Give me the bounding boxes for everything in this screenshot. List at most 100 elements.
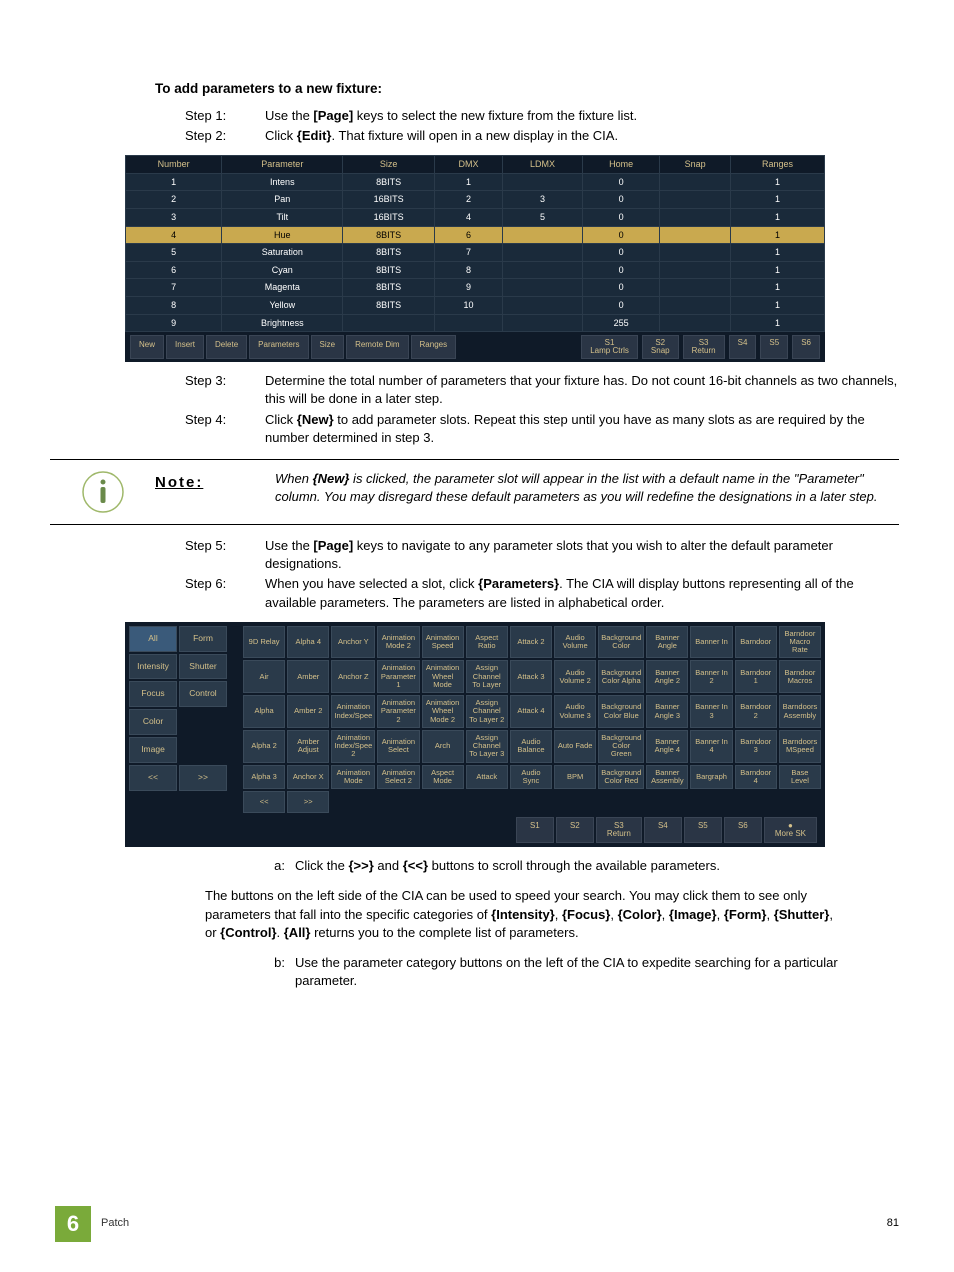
parameter-button[interactable]: Animation Mode [331,765,375,790]
parameter-button[interactable]: Background Color Green [598,730,644,763]
table-row[interactable]: 5Saturation8BITS701 [126,244,825,262]
table-row[interactable]: 9Brightness2551 [126,314,825,332]
parameter-button[interactable]: Attack 4 [510,695,552,728]
category-button[interactable]: Shutter [179,654,227,680]
category-button[interactable]: >> [179,765,227,791]
table-row[interactable]: 3Tilt16BITS4501 [126,209,825,227]
category-button[interactable]: Intensity [129,654,177,680]
parameter-button[interactable]: Alpha 4 [287,626,329,659]
parameter-button[interactable]: Audio Volume 2 [554,660,596,693]
parameter-button[interactable]: Animation Wheel Mode 2 [422,695,464,728]
category-button[interactable]: Form [179,626,227,652]
parameter-button[interactable]: Anchor Z [331,660,375,693]
parameter-button[interactable]: Amber Adjust [287,730,329,763]
softkey-button[interactable]: S3 Return [596,817,642,843]
parameter-button[interactable]: Auto Fade [554,730,596,763]
parameter-button[interactable]: Barndoor 1 [735,660,777,693]
parameter-button[interactable]: Animation Select [377,730,419,763]
parameter-button[interactable]: Barndoor 4 [735,765,777,790]
softkey-button[interactable]: S4 [644,817,682,843]
parameter-button[interactable]: Barndoor [735,626,777,659]
table-row[interactable]: 1Intens8BITS101 [126,173,825,191]
parameter-button[interactable]: Animation Wheel Mode [422,660,464,693]
parameter-button[interactable]: Alpha [243,695,285,728]
parameter-button[interactable]: Base Level [779,765,821,790]
category-button[interactable]: All [129,626,177,652]
softkey-button[interactable]: S4 [729,335,757,359]
parameter-button[interactable]: Audio Volume 3 [554,695,596,728]
parameter-button[interactable]: Background Color Alpha [598,660,644,693]
parameter-button[interactable]: Assign Channel To Layer 3 [466,730,508,763]
parameter-button[interactable]: Barndoors Assembly [779,695,821,728]
parameter-button[interactable]: Bargraph [690,765,732,790]
parameter-button[interactable]: Banner In 3 [690,695,732,728]
parameter-button[interactable]: Banner In 2 [690,660,732,693]
parameter-button[interactable]: Air [243,660,285,693]
softkey-button[interactable]: ● More SK [764,817,817,843]
category-button[interactable]: Color [129,709,177,735]
parameter-button[interactable]: Audio Volume [554,626,596,659]
table-row[interactable]: 8Yellow8BITS1001 [126,297,825,315]
parameter-button[interactable]: BPM [554,765,596,790]
parameter-button[interactable]: Barndoor 3 [735,730,777,763]
table-row[interactable]: 4Hue8BITS601 [126,226,825,244]
table-row[interactable]: 7Magenta8BITS901 [126,279,825,297]
toolbar-button[interactable]: Size [311,335,345,359]
parameter-button[interactable]: Arch [422,730,464,763]
toolbar-button[interactable]: New [130,335,164,359]
parameter-button[interactable]: Amber [287,660,329,693]
parameter-button[interactable]: Anchor X [287,765,329,790]
parameter-button[interactable]: Background Color Blue [598,695,644,728]
softkey-button[interactable]: S2 [556,817,594,843]
parameter-button[interactable]: Banner Angle 3 [646,695,688,728]
parameter-button[interactable]: Barndoor Macro Rate [779,626,821,659]
softkey-button[interactable]: S6 [724,817,762,843]
parameter-button[interactable]: Aspect Mode [422,765,464,790]
parameter-button[interactable]: Banner In [690,626,732,659]
softkey-button[interactable]: S2 Snap [642,335,679,359]
parameter-button[interactable]: Assign Channel To Layer [466,660,508,693]
category-button[interactable]: << [129,765,177,791]
parameter-button[interactable]: Animation Index/Spee [331,695,375,728]
parameter-button[interactable]: Banner Assembly [646,765,688,790]
parameter-button[interactable]: Assign Channel To Layer 2 [466,695,508,728]
parameter-button[interactable]: Anchor Y [331,626,375,659]
parameter-button[interactable]: Audio Balance [510,730,552,763]
table-row[interactable]: 6Cyan8BITS801 [126,261,825,279]
parameter-button[interactable]: Animation Parameter 2 [377,695,419,728]
category-button[interactable]: Control [179,681,227,707]
parameter-button[interactable]: Barndoors MSpeed [779,730,821,763]
softkey-button[interactable]: S5 [684,817,722,843]
softkey-button[interactable]: S1 Lamp Ctrls [581,335,638,359]
parameter-button[interactable]: Barndoor 2 [735,695,777,728]
category-button[interactable]: Image [129,737,177,763]
parameter-button[interactable]: Banner Angle 2 [646,660,688,693]
softkey-button[interactable]: S5 [760,335,788,359]
parameter-button[interactable]: Background Color Red [598,765,644,790]
softkey-button[interactable]: S6 [792,335,820,359]
toolbar-button[interactable]: Insert [166,335,204,359]
parameter-button[interactable]: << [243,791,285,813]
parameter-button[interactable]: Animation Parameter 1 [377,660,419,693]
parameter-button[interactable]: Attack 3 [510,660,552,693]
softkey-button[interactable]: S1 [516,817,554,843]
toolbar-button[interactable]: Delete [206,335,247,359]
parameter-button[interactable]: Attack 2 [510,626,552,659]
parameter-button[interactable]: 9D Relay [243,626,285,659]
parameter-button[interactable]: Banner Angle [646,626,688,659]
parameter-button[interactable]: >> [287,791,329,813]
parameter-button[interactable]: Alpha 2 [243,730,285,763]
parameter-button[interactable]: Animation Index/Spee 2 [331,730,375,763]
category-button[interactable]: Focus [129,681,177,707]
parameter-button[interactable]: Alpha 3 [243,765,285,790]
parameter-button[interactable]: Banner Angle 4 [646,730,688,763]
toolbar-button[interactable]: Parameters [249,335,308,359]
parameter-button[interactable]: Attack [466,765,508,790]
parameter-button[interactable]: Animation Speed [422,626,464,659]
parameter-button[interactable]: Barndoor Macros [779,660,821,693]
toolbar-button[interactable]: Remote Dim [346,335,408,359]
parameter-button[interactable]: Animation Select 2 [377,765,419,790]
parameter-button[interactable]: Background Color [598,626,644,659]
toolbar-button[interactable]: Ranges [411,335,457,359]
parameter-button[interactable]: Aspect Ratio [466,626,508,659]
